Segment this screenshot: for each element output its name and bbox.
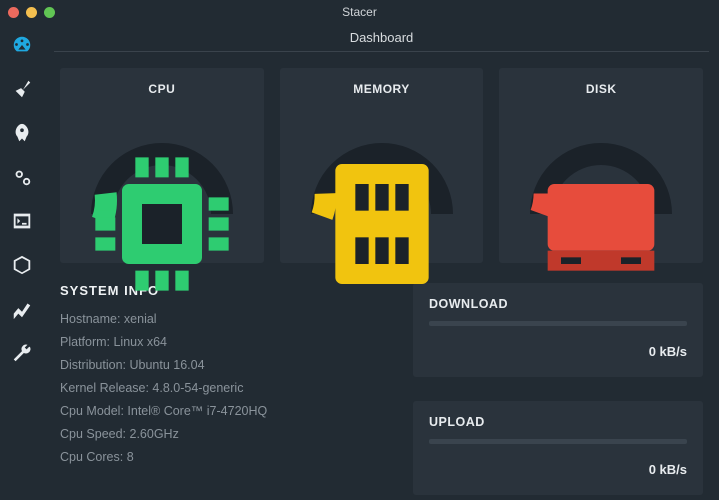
sysinfo-row: Distribution: Ubuntu 16.04 — [60, 358, 389, 372]
disk-icon — [521, 144, 681, 304]
sidebar-item-cleaner[interactable] — [11, 78, 33, 100]
sysinfo-row: Cpu Cores: 8 — [60, 450, 389, 464]
sidebar-item-processes[interactable] — [11, 210, 33, 232]
disk-gauge — [521, 104, 681, 224]
download-bar — [429, 321, 687, 326]
gauge-row: CPU 12% MEMORY — [60, 68, 703, 263]
cpu-card: CPU 12% — [60, 68, 264, 263]
terminal-icon — [11, 210, 33, 232]
sysinfo-row: Platform: Linux x64 — [60, 335, 389, 349]
upload-card: UPLOAD 0 kB/s — [413, 401, 703, 495]
memory-gauge — [302, 104, 462, 224]
window-title: Stacer — [0, 5, 719, 19]
broom-icon — [11, 78, 33, 100]
sidebar-item-dashboard[interactable] — [11, 34, 33, 56]
sysinfo-row: Cpu Speed: 2.60GHz — [60, 427, 389, 441]
sidebar-item-settings[interactable] — [11, 342, 33, 364]
sysinfo-row: Kernel Release: 4.8.0-54-generic — [60, 381, 389, 395]
sidebar-item-packages[interactable] — [11, 254, 33, 276]
upload-bar — [429, 439, 687, 444]
sidebar-item-resources[interactable] — [11, 298, 33, 320]
sysinfo-row: Hostname: xenial — [60, 312, 389, 326]
gauge-icon — [11, 34, 33, 56]
page-title: Dashboard — [54, 24, 709, 52]
disk-card: DISK 5.5 / 61.2GB — [499, 68, 703, 263]
memory-icon — [302, 144, 462, 304]
sidebar — [0, 24, 44, 500]
rocket-icon — [11, 122, 33, 144]
memory-title: MEMORY — [353, 82, 410, 96]
sidebar-item-services[interactable] — [11, 166, 33, 188]
wrench-icon — [11, 342, 33, 364]
package-icon — [11, 254, 33, 276]
cpu-icon — [82, 144, 242, 304]
cpu-title: CPU — [148, 82, 175, 96]
titlebar: Stacer — [0, 0, 719, 24]
upload-value: 0 kB/s — [429, 462, 687, 477]
gears-icon — [11, 166, 33, 188]
sysinfo-row: Cpu Model: Intel® Core™ i7-4720HQ — [60, 404, 389, 418]
system-info: SYSTEM INFO Hostname: xenial Platform: L… — [60, 283, 389, 500]
memory-card: MEMORY 1.53 / 15.65GB — [280, 68, 484, 263]
download-value: 0 kB/s — [429, 344, 687, 359]
cpu-gauge — [82, 104, 242, 224]
disk-title: DISK — [586, 82, 617, 96]
upload-title: UPLOAD — [429, 415, 687, 429]
chart-icon — [11, 298, 33, 320]
sidebar-item-startup[interactable] — [11, 122, 33, 144]
